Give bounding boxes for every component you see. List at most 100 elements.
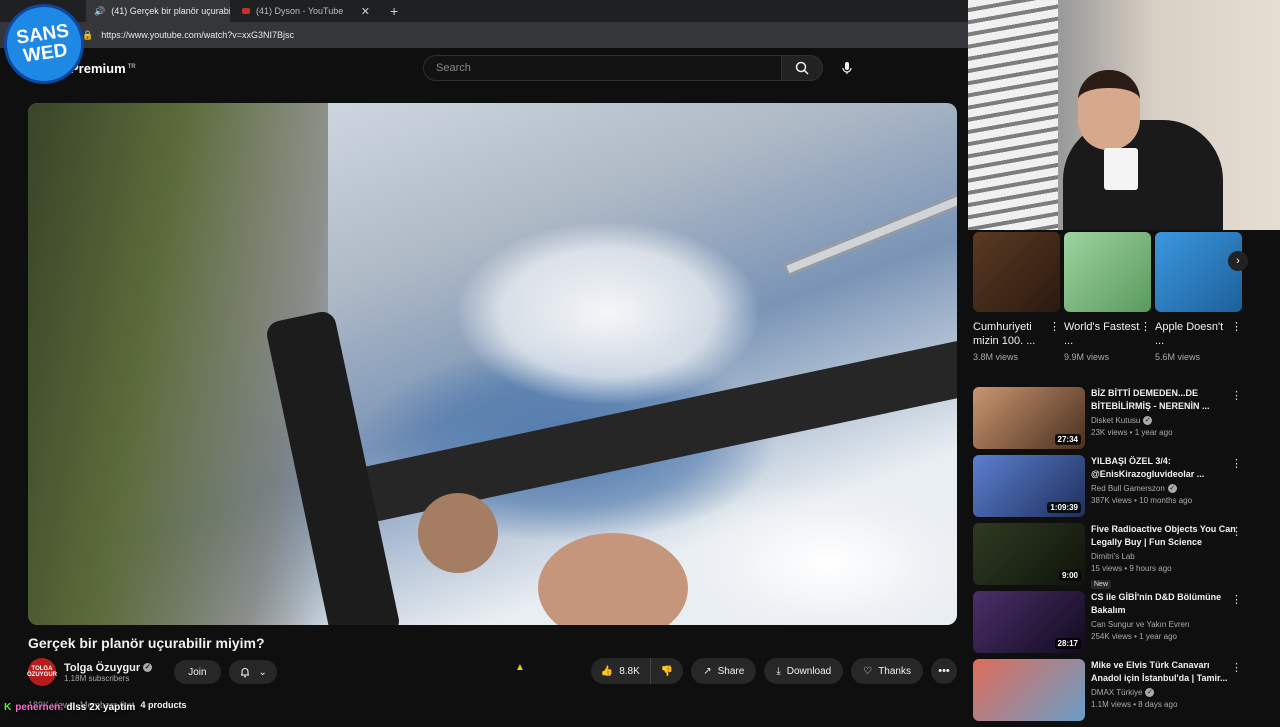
search-input[interactable]: Search: [423, 55, 782, 81]
more-vert-icon[interactable]: ⋮: [1231, 525, 1242, 538]
notification-button[interactable]: ⌄: [228, 660, 277, 684]
tab-label: (41) Gerçek bir planör uçurabilir miyim?…: [111, 6, 230, 16]
join-button[interactable]: Join: [174, 660, 221, 684]
rec-channel-row[interactable]: Disket Kutusu ✓: [1091, 416, 1241, 426]
channel-name-row[interactable]: Tolga Özuygur ✓: [64, 662, 153, 674]
share-label: Share: [717, 665, 745, 677]
rec-info: BİZ BİTTİ DEMEDEN...DE BİTEBİLİRMİŞ - NE…: [1091, 387, 1241, 449]
short-thumbnail[interactable]: [1064, 232, 1151, 312]
kick-icon: K: [4, 702, 12, 713]
rec-title[interactable]: Mike ve Elvis Türk Canavarı Anadol için …: [1091, 659, 1241, 685]
recommendation-item[interactable]: Mike ve Elvis Türk Canavarı Anadol için …: [973, 659, 1273, 721]
rec-info: YILBAŞI ÖZEL 3/4: @EnisKirazogluvideolar…: [1091, 455, 1241, 517]
browser-tabbar: 🔊 (41) Gerçek bir planör uçurabilir miyi…: [0, 0, 968, 22]
close-icon[interactable]: ✕: [361, 5, 370, 18]
short-views: 5.6M views: [1155, 352, 1201, 362]
rec-thumbnail[interactable]: [973, 659, 1085, 721]
recommendation-item[interactable]: 27:34 BİZ BİTTİ DEMEDEN...DE BİTEBİLİRMİ…: [973, 387, 1273, 449]
rec-thumbnail[interactable]: 9:00: [973, 523, 1085, 585]
short-title-row: Apple Doesn't ... ⋮: [1155, 320, 1242, 348]
channel-avatar[interactable]: TOLGA ÖZUYGUR: [27, 658, 57, 686]
rec-thumbnail[interactable]: 27:34: [973, 387, 1085, 449]
products-count[interactable]: 4 products: [141, 700, 187, 710]
recommendation-item[interactable]: 28:17 CS ile GİBİ'nin D&D Bölümüne Bakal…: [973, 591, 1273, 653]
more-vert-icon[interactable]: ⋮: [1231, 593, 1242, 606]
short-title[interactable]: World's Fastest ...: [1064, 320, 1140, 348]
recommendations-list: 27:34 BİZ BİTTİ DEMEDEN...DE BİTEBİLİRMİ…: [973, 387, 1273, 727]
rec-channel-row[interactable]: Red Bull Gamerszon ✓: [1091, 484, 1241, 494]
recommendation-item[interactable]: 1:09:39 YILBAŞI ÖZEL 3/4: @EnisKirazoglu…: [973, 455, 1273, 517]
new-badge: New: [1091, 580, 1112, 589]
more-vert-icon[interactable]: ⋮: [1140, 320, 1151, 348]
chevron-down-icon: ⌄: [258, 666, 267, 678]
rec-title[interactable]: CS ile GİBİ'nin D&D Bölümüne Bakalım: [1091, 591, 1241, 617]
rec-channel[interactable]: Red Bull Gamerszon: [1091, 484, 1165, 493]
webcam-mug: [1104, 148, 1138, 190]
short-title[interactable]: Cumhuriyeti mizin 100. ...: [973, 320, 1049, 348]
rec-thumbnail[interactable]: 1:09:39: [973, 455, 1085, 517]
webcam-blinds: [968, 0, 1058, 230]
more-icon: •••: [938, 665, 950, 677]
more-vert-icon[interactable]: ⋮: [1231, 389, 1242, 402]
channel-info: Tolga Özuygur ✓ 1.18M subscribers: [64, 662, 153, 683]
url-text[interactable]: https://www.youtube.com/watch?v=xxG3NI7B…: [101, 30, 294, 40]
tab-dyson[interactable]: (41) Dyson - YouTube ✕: [234, 0, 378, 22]
rec-channel[interactable]: Disket Kutusu: [1091, 416, 1140, 425]
recommendation-item[interactable]: 9:00 Five Radioactive Objects You Can Le…: [973, 523, 1273, 589]
logo-line-2: WED: [21, 39, 69, 67]
rec-duration: 9:00: [1058, 570, 1081, 581]
like-dislike-group: 👍 8.8K 👎: [590, 658, 684, 684]
short-thumbnail[interactable]: [973, 232, 1060, 312]
download-button[interactable]: ⤓ Download: [764, 658, 844, 684]
shorts-shelf: Cumhuriyeti mizin 100. ... ⋮ 3.8M views W…: [973, 232, 1242, 362]
rec-channel[interactable]: Can Sungur ve Yakın Evren: [1091, 620, 1241, 629]
rec-channel-row[interactable]: DMAX Türkiye ✓: [1091, 688, 1241, 698]
dislike-button[interactable]: 👎: [651, 658, 683, 684]
premium-brand[interactable]: Premium TR: [70, 61, 136, 76]
rec-title[interactable]: Five Radioactive Objects You Can Legally…: [1091, 523, 1241, 549]
more-vert-icon[interactable]: ⋮: [1231, 320, 1242, 348]
short-item[interactable]: Cumhuriyeti mizin 100. ... ⋮ 3.8M views: [973, 232, 1060, 362]
rec-duration: 1:09:39: [1047, 502, 1081, 513]
rec-channel[interactable]: DMAX Türkiye: [1091, 688, 1142, 697]
chat-text: dlss 2x yaptim: [66, 702, 136, 713]
more-vert-icon[interactable]: ⋮: [1049, 320, 1060, 348]
thanks-button[interactable]: ♡ Thanks: [851, 658, 923, 684]
rec-info: CS ile GİBİ'nin D&D Bölümüne Bakalım Can…: [1091, 591, 1241, 653]
short-item[interactable]: Apple Doesn't ... ⋮ 5.6M views: [1155, 232, 1242, 362]
channel-row: TOLGA ÖZUYGUR Tolga Özuygur ✓ 1.18M subsc…: [27, 658, 277, 686]
rec-thumbnail[interactable]: 28:17: [973, 591, 1085, 653]
new-tab-button[interactable]: +: [382, 3, 406, 19]
search-icon: [795, 61, 809, 75]
search-button[interactable]: [781, 55, 823, 81]
rec-info: Five Radioactive Objects You Can Legally…: [1091, 523, 1241, 589]
short-title[interactable]: Apple Doesn't ...: [1155, 320, 1231, 348]
rec-duration: 27:34: [1054, 434, 1081, 445]
verified-icon: ✓: [143, 663, 153, 673]
tab-active[interactable]: 🔊 (41) Gerçek bir planör uçurabilir miyi…: [86, 0, 230, 22]
more-vert-icon[interactable]: ⋮: [1231, 661, 1242, 674]
more-vert-icon[interactable]: ⋮: [1231, 457, 1242, 470]
chat-username: penernen:: [15, 702, 64, 713]
short-thumbnail[interactable]: [1155, 232, 1242, 312]
more-actions-button[interactable]: •••: [931, 658, 957, 684]
rec-channel[interactable]: Dimitri's Lab: [1091, 552, 1241, 561]
channel-name[interactable]: Tolga Özuygur: [64, 662, 140, 674]
region-label: TR: [127, 63, 136, 70]
rec-title[interactable]: BİZ BİTTİ DEMEDEN...DE BİTEBİLİRMİŞ - NE…: [1091, 387, 1241, 413]
rec-title[interactable]: YILBAŞI ÖZEL 3/4: @EnisKirazogluvideolar…: [1091, 455, 1241, 481]
rec-meta: 15 views • 9 hours ago: [1091, 564, 1172, 573]
microphone-icon: [842, 62, 852, 74]
rec-meta: 23K views • 1 year ago: [1091, 428, 1173, 438]
video-player[interactable]: [28, 103, 957, 625]
short-title-row: Cumhuriyeti mizin 100. ... ⋮: [973, 320, 1060, 348]
like-count: 8.8K: [619, 665, 640, 677]
address-bar[interactable]: 🔒 https://www.youtube.com/watch?v=xxG3NI…: [0, 22, 968, 48]
shorts-next-button[interactable]: ›: [1228, 251, 1248, 271]
share-button[interactable]: ↗ Share: [691, 658, 757, 684]
thumbs-up-icon: 👍: [600, 665, 614, 677]
short-item[interactable]: World's Fastest ... ⋮ 9.9M views: [1064, 232, 1151, 362]
thanks-label: Thanks: [878, 665, 911, 677]
voice-search-button[interactable]: [834, 55, 860, 81]
like-button[interactable]: 👍 8.8K: [591, 658, 651, 684]
